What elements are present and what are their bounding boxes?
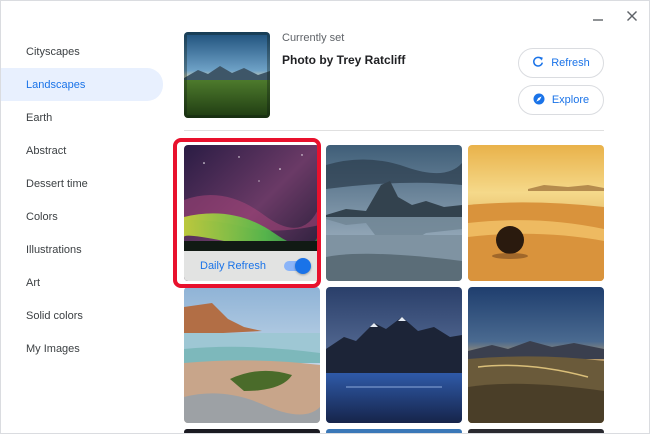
wallpaper-tile-partial[interactable] [468, 429, 604, 433]
minimize-icon[interactable] [591, 9, 605, 23]
wallpaper-tile-partial[interactable] [184, 429, 320, 433]
current-photo-title: Photo by Trey Ratcliff [282, 53, 406, 67]
tile-preview [184, 429, 320, 433]
daily-refresh-toggle[interactable] [284, 258, 311, 274]
sidebar-item-label: Art [26, 276, 41, 289]
sidebar-item-label: Colors [26, 210, 58, 223]
wallpaper-app-window: Cityscapes Landscapes Earth Abstract Des… [0, 0, 650, 434]
explore-button[interactable]: Explore [518, 85, 604, 115]
sidebar-item-art[interactable]: Art [1, 266, 166, 299]
sidebar-item-label: Earth [26, 111, 53, 124]
refresh-icon [532, 56, 544, 71]
currently-set-label: Currently set [282, 32, 345, 44]
daily-refresh-bar: Daily Refresh [184, 251, 320, 281]
refresh-button-label: Refresh [551, 57, 590, 69]
sidebar-item-label: Abstract [26, 144, 67, 157]
tile-preview [326, 429, 462, 433]
wallpaper-tile-mountain-lake[interactable] [326, 287, 462, 423]
wallpaper-tile-partial[interactable] [326, 429, 462, 433]
sidebar-item-solid-colors[interactable]: Solid colors [1, 299, 166, 332]
sidebar-item-label: Cityscapes [26, 45, 80, 58]
refresh-button[interactable]: Refresh [518, 48, 604, 78]
sidebar-item-earth[interactable]: Earth [1, 101, 166, 134]
tile-preview [468, 429, 604, 433]
close-icon[interactable] [625, 9, 639, 23]
toggle-knob [295, 258, 311, 274]
sidebar-item-dessert-time[interactable]: Dessert time [1, 167, 166, 200]
window-controls [591, 9, 639, 23]
wallpaper-tile-aurora[interactable]: Daily Refresh [184, 145, 320, 281]
sidebar-item-colors[interactable]: Colors [1, 200, 166, 233]
wallpaper-tile-fjord[interactable] [326, 145, 462, 281]
daily-refresh-label: Daily Refresh [200, 260, 267, 272]
sidebar-item-label: My Images [26, 342, 80, 355]
explore-button-label: Explore [551, 94, 590, 106]
wallpaper-tile-coastline[interactable] [184, 287, 320, 423]
sidebar-item-label: Dessert time [26, 177, 88, 190]
section-divider [184, 130, 604, 131]
wallpaper-tile-beach-sunset[interactable] [468, 145, 604, 281]
sidebar-item-label: Solid colors [26, 309, 83, 322]
sidebar-item-label: Illustrations [26, 243, 82, 256]
sidebar-item-illustrations[interactable]: Illustrations [1, 233, 166, 266]
sidebar-item-abstract[interactable]: Abstract [1, 134, 166, 167]
compass-icon [533, 93, 545, 108]
collections-sidebar: Cityscapes Landscapes Earth Abstract Des… [1, 35, 166, 365]
wallpaper-tile-valley-sunset[interactable] [468, 287, 604, 423]
current-wallpaper-thumbnail [184, 32, 270, 118]
sidebar-item-my-images[interactable]: My Images [1, 332, 166, 365]
sidebar-item-landscapes[interactable]: Landscapes [1, 68, 163, 101]
sidebar-item-label: Landscapes [26, 78, 86, 91]
sidebar-item-cityscapes[interactable]: Cityscapes [1, 35, 166, 68]
